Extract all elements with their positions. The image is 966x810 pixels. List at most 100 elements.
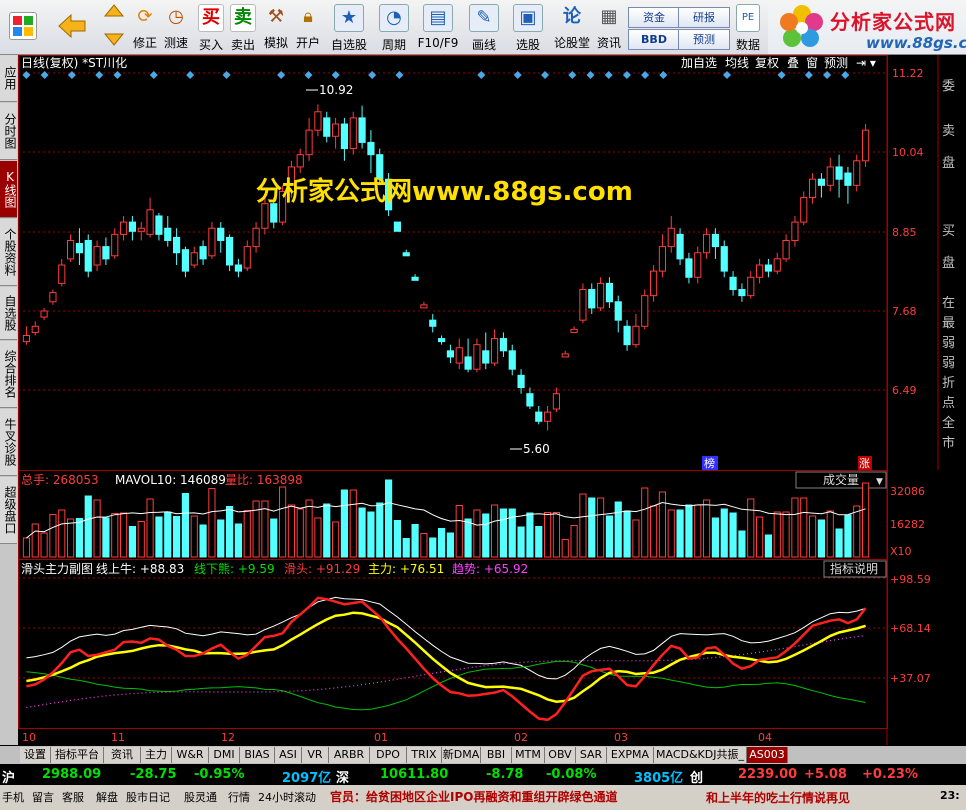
sidebar-tab-stock-info[interactable]: 个股资料 — [0, 219, 17, 286]
ticker-item: 2988.09 — [42, 767, 102, 782]
sidebar-tab-intraday[interactable]: 分时图 — [0, 103, 17, 160]
toolbar-button-13[interactable]: PE 数据 — [732, 2, 764, 52]
indicator-tab[interactable]: BBI — [481, 747, 512, 763]
home-button[interactable] — [4, 2, 42, 52]
date-tick-3: 01 — [374, 731, 388, 744]
signal-diamond — [477, 71, 486, 79]
indicator-tab[interactable]: DPO — [370, 747, 407, 763]
volume-bar — [826, 510, 834, 558]
index-ticker: 沪 2988.09 -28.75 -0.95% 2097亿深 10611.80 -8.78 -… — [0, 765, 966, 786]
candle-body — [111, 233, 119, 257]
volume-bar — [517, 526, 525, 558]
volume-bar — [376, 502, 384, 558]
toolbar-button-6[interactable]: ★ 自选股 — [328, 2, 370, 52]
price-tick-1: 10.04 — [892, 146, 924, 159]
volume-bar — [729, 512, 737, 558]
status-item-lingtong[interactable]: 股灵通 — [184, 789, 217, 805]
indicator-tab[interactable]: EXPMA — [607, 747, 654, 763]
status-item-diary[interactable]: 股市日记 — [126, 789, 170, 805]
sidebar-tab-watchlist[interactable]: 自选股 — [0, 287, 17, 340]
grid-icon — [9, 12, 37, 40]
signal-diamond — [277, 71, 286, 79]
header-btn-ma[interactable]: 均线 — [725, 56, 749, 70]
order-book-label: 买 — [942, 224, 955, 239]
news-headline[interactable]: 官员：给贫困地区企业IPO再融资和重组开辟绿色通道 — [330, 788, 617, 805]
back-button[interactable] — [50, 2, 92, 52]
toolbar-button-4[interactable]: ⚒ 模拟 — [261, 2, 291, 52]
indicator-tab[interactable]: OBV — [545, 747, 576, 763]
status-item-mobile[interactable]: 手机 — [2, 789, 24, 805]
toolbar-button-2[interactable]: 买 买入 — [196, 2, 226, 52]
volume-bar — [667, 509, 675, 558]
news-headline-2[interactable]: 和上半年的吃土行情说再见 — [706, 789, 850, 806]
status-item-quote[interactable]: 行情 — [228, 789, 250, 805]
bbd-button[interactable]: BBD — [628, 29, 680, 50]
indicator-tab[interactable]: ARBR — [329, 747, 370, 763]
indicator-tab[interactable]: MTM — [512, 747, 545, 763]
updown-button[interactable] — [98, 2, 130, 52]
indicator-tab[interactable]: 指标平台 — [51, 747, 104, 763]
toolbar-button-1[interactable]: ◷ 测速 — [161, 2, 191, 52]
candle-body — [579, 289, 587, 321]
candle-body — [499, 338, 508, 352]
header-btn-overlay[interactable]: 叠 — [787, 56, 799, 70]
ticker-item: -0.95% — [194, 767, 245, 782]
status-item-message[interactable]: 留言 — [32, 789, 54, 805]
volume-bar — [278, 486, 287, 558]
price-tick-3: 7.68 — [892, 305, 917, 318]
research-button[interactable]: 研报 — [678, 7, 730, 28]
status-item-rolling[interactable]: 24小时滚动 — [258, 789, 316, 805]
candle-body — [84, 239, 92, 272]
indicator-tab[interactable]: 主力 — [141, 747, 172, 763]
volume-bar — [605, 515, 614, 558]
sidebar-tab-ranking[interactable]: 综合排名 — [0, 341, 17, 408]
indicator-tab[interactable]: 新DMA — [442, 747, 481, 763]
toolbar-button-3[interactable]: 卖 卖出 — [228, 2, 258, 52]
signal-diamond — [222, 71, 231, 79]
toolbar-button-7[interactable]: ◔ 周期 — [374, 2, 414, 52]
status-item-analysis[interactable]: 解盘 — [96, 789, 118, 805]
indicator-tab[interactable]: W&R — [172, 747, 209, 763]
indicator-tab[interactable]: 设置 — [20, 747, 51, 763]
candle-body — [340, 123, 349, 150]
ind-title: 滑头主力副图 — [21, 562, 93, 576]
volume-bar — [632, 519, 640, 558]
toolbar-button-5[interactable]: 🔒︎ 开户 — [293, 2, 323, 52]
volume-bar — [429, 537, 437, 558]
toolbar-button-12[interactable]: ▦ 资讯 — [594, 2, 624, 52]
toolbar-button-10[interactable]: ▣ 选股 — [508, 2, 548, 52]
indicator-tab[interactable]: ASI — [275, 747, 302, 763]
toolbar-button-9[interactable]: ✎ 画线 — [464, 2, 504, 52]
indicator-tab[interactable]: TRIX — [407, 747, 442, 763]
indicator-tab[interactable]: 资讯 — [104, 747, 141, 763]
header-btn-adjust[interactable]: 复权 — [755, 56, 779, 70]
header-btn-window[interactable]: 窗 — [806, 56, 818, 70]
sidebar-tab-apps[interactable]: 应用 — [0, 55, 17, 102]
indicator-tab[interactable]: DMI — [209, 747, 240, 763]
sidebar-tab-kline[interactable]: K线图 — [0, 161, 17, 218]
forecast-button[interactable]: 预测 — [678, 29, 730, 50]
indicator-tab[interactable]: MACD&KDJ共振_ — [654, 747, 747, 763]
toolbar-button-11[interactable]: 论 论股堂 — [552, 2, 592, 52]
volume-bar — [119, 512, 128, 558]
indicator-tab[interactable]: BIAS — [240, 747, 275, 763]
indicator-tab[interactable]: AS003 — [747, 747, 788, 763]
signal-diamond — [67, 71, 76, 79]
header-arrow-icon[interactable]: ⇥ ▾ — [856, 56, 876, 70]
sidebar-tab-level2[interactable]: 超级盘口 — [0, 477, 17, 544]
indicator-tab[interactable]: VR — [302, 747, 329, 763]
candles — [22, 104, 870, 431]
indicator-tab[interactable]: SAR — [576, 747, 607, 763]
header-btn-add-watch[interactable]: 加自选 — [681, 56, 717, 70]
volume-bar — [102, 517, 110, 558]
funds-button[interactable]: 资金 — [628, 7, 680, 28]
toolbar-button-0[interactable]: ⟳ 修正 — [130, 2, 160, 52]
volume-bar — [40, 532, 48, 558]
header-btn-forecast[interactable]: 预测 — [824, 56, 848, 70]
volume-bar — [128, 526, 137, 558]
sidebar-tab-diagnosis[interactable]: 牛叉诊股 — [0, 409, 17, 476]
kline-chart[interactable]: 日线(复权) *ST川化 加自选 均线 复权 叠 窗 预测 ⇥ ▾ 委卖盘买盘在… — [18, 55, 966, 745]
status-item-service[interactable]: 客服 — [62, 789, 84, 805]
volume-bar — [490, 504, 499, 558]
toolbar-button-8[interactable]: ▤ F10/F9 — [416, 2, 460, 52]
